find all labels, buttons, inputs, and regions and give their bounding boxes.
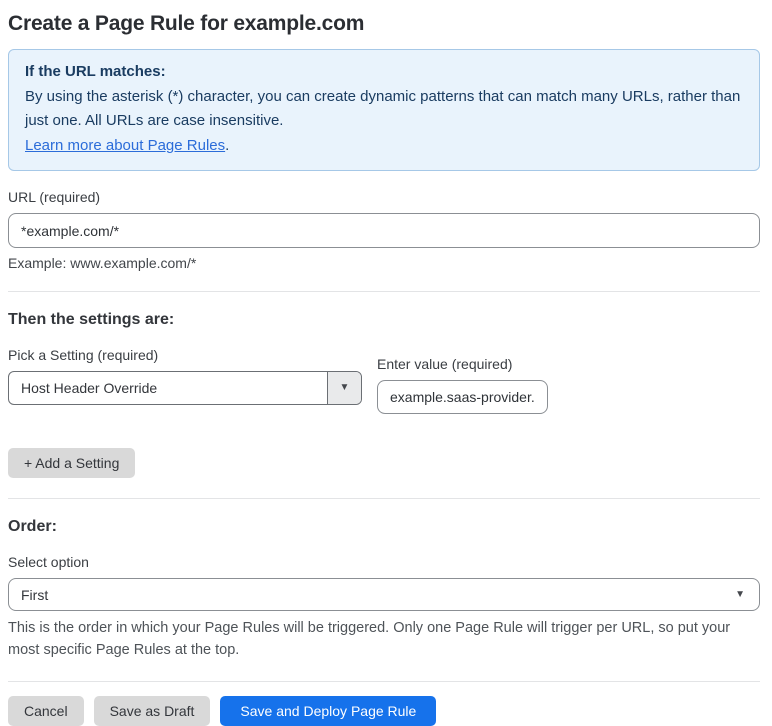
url-matches-info-box: If the URL matches: By using the asteris… (8, 49, 760, 171)
order-select[interactable]: First ▼ (8, 578, 760, 611)
info-body: By using the asterisk (*) character, you… (25, 87, 741, 130)
page-title: Create a Page Rule for example.com (8, 12, 365, 35)
save-deploy-button[interactable]: Save and Deploy Page Rule (220, 696, 437, 726)
divider (8, 498, 760, 499)
footer-actions: Cancel Save as Draft Save and Deploy Pag… (8, 696, 760, 726)
settings-heading: Then the settings are: (8, 311, 175, 328)
chevron-down-icon: ▼ (339, 382, 350, 393)
divider (8, 291, 760, 292)
setting-column: Pick a Setting (required) Host Header Ov… (8, 329, 362, 414)
url-label: URL (required) (8, 189, 101, 205)
url-example: Example: www.example.com/* (8, 255, 197, 271)
link-suffix: . (225, 136, 230, 154)
url-input[interactable] (8, 213, 760, 248)
value-column: Enter value (required) (377, 338, 548, 414)
cancel-button[interactable]: Cancel (8, 696, 84, 726)
setting-label: Pick a Setting (required) (8, 347, 159, 363)
setting-select-arrow-box[interactable]: ▼ (327, 372, 361, 404)
info-heading: If the URL matches: (25, 63, 166, 80)
order-label: Select option (8, 554, 89, 570)
settings-row: Pick a Setting (required) Host Header Ov… (8, 329, 760, 414)
chevron-down-icon: ▼ (735, 588, 745, 600)
order-heading: Order: (8, 518, 57, 535)
divider (8, 681, 760, 682)
order-description: This is the order in which your Page Rul… (8, 620, 731, 658)
value-label: Enter value (required) (377, 356, 513, 372)
info-link-line: Learn more about Page Rules. (25, 134, 743, 159)
learn-more-link[interactable]: Learn more about Page Rules (25, 137, 225, 154)
order-select-value: First (21, 586, 49, 603)
setting-select[interactable]: Host Header Override ▼ (8, 371, 362, 405)
value-input[interactable] (377, 380, 548, 414)
save-draft-button[interactable]: Save as Draft (93, 696, 211, 726)
add-setting-button[interactable]: + Add a Setting (8, 448, 136, 478)
setting-select-value: Host Header Override (21, 380, 158, 396)
